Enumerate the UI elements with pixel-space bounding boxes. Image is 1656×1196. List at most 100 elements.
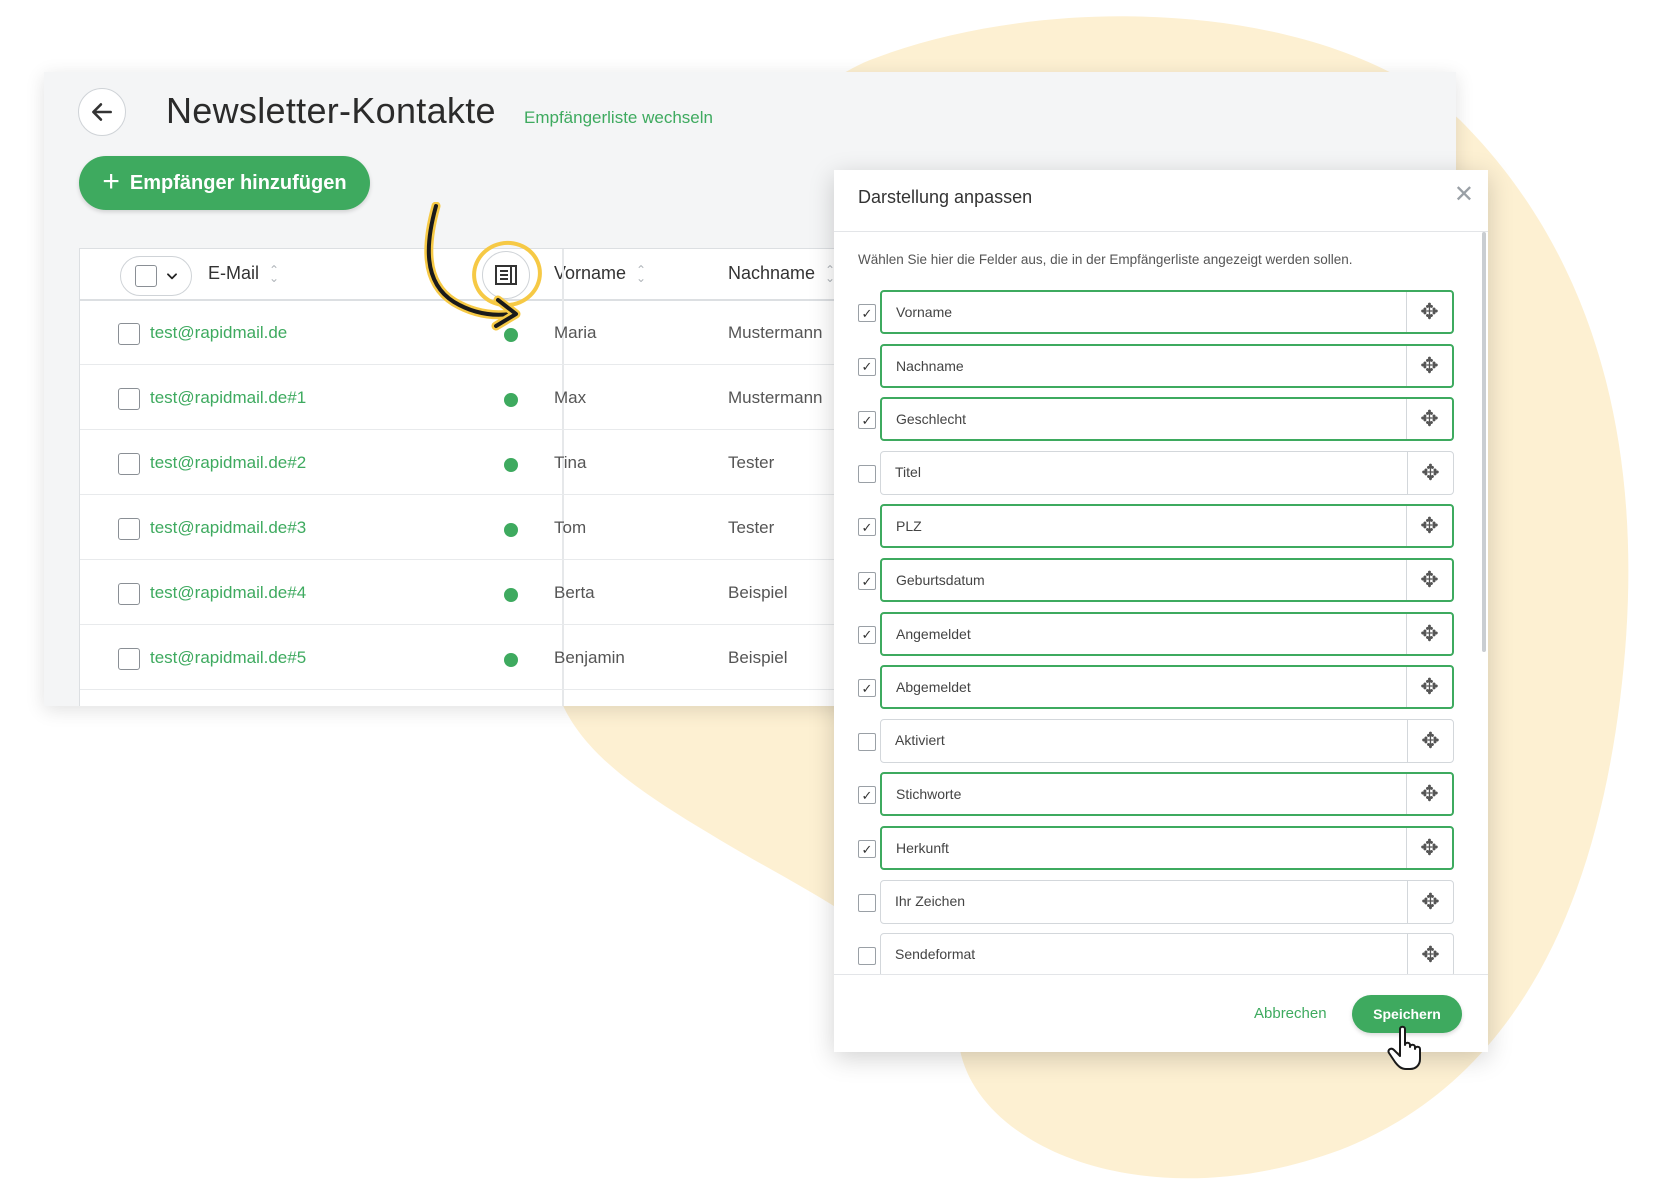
- field-item[interactable]: Angemeldet ✥: [880, 611, 1454, 656]
- plus-icon: +: [102, 164, 120, 198]
- field-row[interactable]: ✓ PLZ ✥: [834, 504, 1488, 550]
- column-header-email[interactable]: E-Mail ⌃ ⌄: [208, 263, 279, 284]
- row-checkbox[interactable]: [118, 388, 140, 410]
- field-item[interactable]: Geschlecht ✥: [880, 397, 1454, 442]
- status-dot: [504, 523, 518, 537]
- row-checkbox[interactable]: [118, 583, 140, 605]
- column-header-firstname[interactable]: Vorname ⌃ ⌄: [554, 263, 646, 284]
- field-label: Angemeldet: [896, 625, 971, 642]
- back-button[interactable]: [78, 88, 126, 136]
- drag-move-icon[interactable]: ✥: [1406, 506, 1452, 547]
- field-item[interactable]: Ihr Zeichen ✥: [880, 879, 1454, 924]
- drag-move-icon[interactable]: ✥: [1406, 667, 1452, 708]
- field-row[interactable]: ✓ Stichworte ✥: [834, 772, 1488, 818]
- field-label: Aktiviert: [895, 731, 945, 748]
- field-checkbox[interactable]: ✓: [858, 786, 876, 805]
- field-row[interactable]: ✓ Geschlecht ✥: [834, 397, 1488, 443]
- field-checkbox[interactable]: ✓: [858, 304, 876, 322]
- field-checkbox[interactable]: ✓: [858, 625, 876, 644]
- cancel-button[interactable]: Abbrechen: [1254, 1005, 1327, 1022]
- sort-icon: ⌃ ⌄: [269, 262, 280, 285]
- column-view-button[interactable]: [482, 251, 530, 299]
- field-row[interactable]: ✓ Herkunft ✥: [834, 826, 1488, 872]
- field-checkbox[interactable]: [858, 947, 876, 966]
- field-label: Abgemeldet: [896, 679, 971, 696]
- field-checkbox[interactable]: [858, 893, 876, 912]
- field-item[interactable]: Stichworte ✥: [880, 772, 1454, 817]
- row-email[interactable]: test@rapidmail.de#2: [150, 453, 306, 473]
- field-row[interactable]: Sendeformat ✥: [834, 933, 1488, 974]
- row-checkbox[interactable]: [118, 323, 140, 345]
- column-header-lastname[interactable]: Nachname ⌃ ⌄: [728, 263, 835, 284]
- row-lastname: Mustermann: [728, 323, 823, 342]
- row-email[interactable]: test@rapidmail.de#1: [150, 388, 306, 408]
- field-checkbox[interactable]: ✓: [858, 411, 876, 430]
- row-lastname: Tester: [728, 453, 775, 472]
- field-row[interactable]: ✓ Geburtsdatum ✥: [834, 558, 1488, 604]
- check-icon: ✓: [861, 519, 873, 535]
- drag-move-icon[interactable]: ✥: [1407, 719, 1453, 762]
- row-email[interactable]: test@rapidmail.de#3: [150, 518, 306, 538]
- drag-move-icon[interactable]: ✥: [1407, 451, 1453, 494]
- field-row[interactable]: Aktiviert ✥: [834, 718, 1488, 765]
- field-row[interactable]: ✓ Abgemeldet ✥: [834, 665, 1488, 711]
- field-item[interactable]: Herkunft ✥: [880, 826, 1454, 870]
- field-row[interactable]: ✓ Angemeldet ✥: [834, 611, 1488, 658]
- status-dot: [504, 393, 518, 407]
- check-icon: ✓: [861, 627, 873, 643]
- row-email[interactable]: test@rapidmail.de#5: [150, 648, 306, 668]
- drag-move-icon[interactable]: ✥: [1406, 345, 1452, 386]
- field-item[interactable]: Sendeformat ✥: [880, 933, 1454, 974]
- column-firstname-label: Vorname: [554, 263, 627, 283]
- drag-move-icon[interactable]: ✥: [1406, 828, 1452, 868]
- status-dot: [504, 458, 518, 472]
- field-row[interactable]: ✓ Nachname ✥: [834, 343, 1488, 390]
- field-checkbox[interactable]: ✓: [858, 572, 876, 590]
- field-item[interactable]: Abgemeldet ✥: [880, 665, 1454, 710]
- add-recipient-button[interactable]: + Empfänger hinzufügen: [79, 156, 370, 210]
- drag-move-icon[interactable]: ✥: [1407, 880, 1453, 923]
- field-item[interactable]: Geburtsdatum ✥: [880, 558, 1454, 602]
- field-item[interactable]: Titel ✥: [880, 450, 1454, 495]
- column-email-label: E-Mail: [208, 263, 260, 283]
- pointer-hand-icon: [1387, 1025, 1421, 1070]
- row-firstname: Maria: [554, 323, 597, 342]
- field-checkbox[interactable]: ✓: [858, 840, 876, 858]
- field-label: PLZ: [896, 518, 922, 535]
- field-checkbox[interactable]: ✓: [858, 679, 876, 698]
- field-label: Nachname: [896, 357, 964, 374]
- field-checkbox[interactable]: ✓: [858, 518, 876, 537]
- drag-move-icon[interactable]: ✥: [1406, 399, 1452, 440]
- field-item[interactable]: PLZ ✥: [880, 504, 1454, 549]
- close-icon[interactable]: ✕: [1454, 180, 1474, 209]
- field-row[interactable]: Titel ✥: [834, 450, 1488, 497]
- column-lastname-label: Nachname: [728, 263, 816, 283]
- row-email[interactable]: test@rapidmail.de: [150, 323, 287, 343]
- field-checkbox[interactable]: ✓: [858, 357, 876, 376]
- field-item[interactable]: Nachname ✥: [880, 343, 1454, 388]
- select-all-dropdown[interactable]: [120, 256, 192, 296]
- drag-move-icon[interactable]: ✥: [1406, 560, 1452, 600]
- drag-move-icon[interactable]: ✥: [1406, 774, 1452, 815]
- field-checkbox[interactable]: [858, 464, 876, 483]
- field-checkbox[interactable]: [858, 732, 876, 751]
- select-all-checkbox[interactable]: [135, 265, 157, 287]
- drag-move-icon[interactable]: ✥: [1407, 934, 1453, 974]
- row-email[interactable]: test@rapidmail.de#4: [150, 583, 306, 603]
- row-firstname: Tina: [554, 453, 587, 472]
- drag-move-icon[interactable]: ✥: [1406, 292, 1452, 332]
- check-icon: ✓: [861, 787, 873, 803]
- row-checkbox[interactable]: [118, 648, 140, 670]
- field-row[interactable]: Ihr Zeichen ✥: [834, 879, 1488, 926]
- check-icon: ✓: [861, 412, 873, 428]
- row-checkbox[interactable]: [118, 518, 140, 540]
- field-row[interactable]: ✓ Vorname ✥: [834, 290, 1488, 336]
- row-checkbox[interactable]: [118, 453, 140, 475]
- field-label: Stichworte: [896, 786, 962, 803]
- drag-move-icon[interactable]: ✥: [1406, 613, 1452, 654]
- field-item[interactable]: Aktiviert ✥: [880, 718, 1454, 763]
- field-item[interactable]: Vorname ✥: [880, 290, 1454, 334]
- field-label: Geschlecht: [896, 411, 967, 428]
- switch-list-link[interactable]: Empfängerliste wechseln: [524, 108, 713, 128]
- row-lastname: Beispiel: [728, 583, 788, 602]
